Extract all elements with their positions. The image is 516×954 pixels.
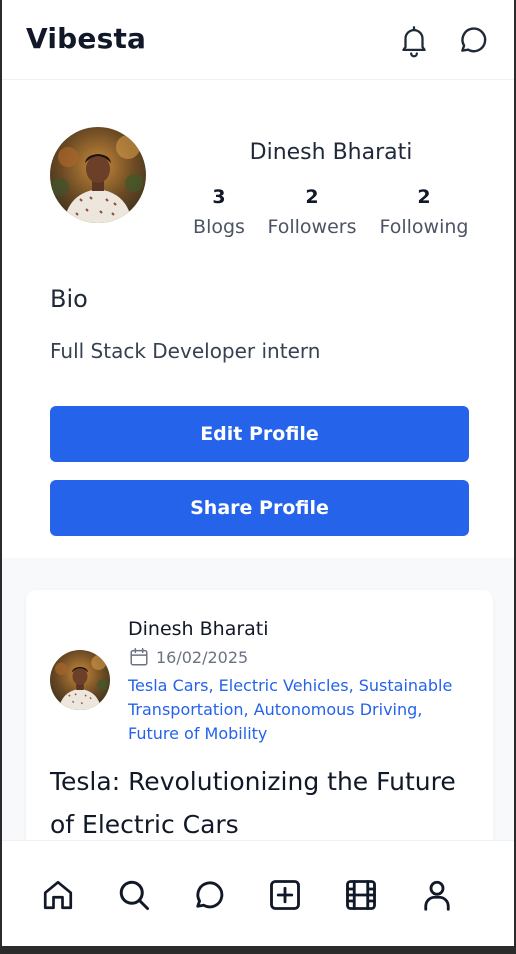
profile-avatar[interactable]: [50, 127, 146, 223]
add-square-icon[interactable]: [267, 877, 303, 913]
brand-logo[interactable]: Vibesta: [26, 22, 146, 55]
profile-name: Dinesh Bharati: [249, 140, 413, 165]
post-author-avatar[interactable]: [50, 650, 110, 710]
film-icon[interactable]: [343, 877, 379, 913]
window-bottom-edge: [0, 946, 516, 954]
post-title[interactable]: Tesla: Revolutionizing the Future of Ele…: [50, 760, 470, 846]
calendar-icon: [130, 648, 148, 666]
stat-label: Followers: [267, 216, 357, 238]
stat-value: 2: [417, 186, 431, 208]
bottom-nav: [0, 840, 516, 946]
edit-profile-button[interactable]: Edit Profile: [50, 406, 469, 462]
bio-heading: Bio: [50, 285, 88, 313]
share-profile-button[interactable]: Share Profile: [50, 480, 469, 536]
stat-value: 3: [212, 186, 226, 208]
bio-text: Full Stack Developer intern: [50, 339, 321, 363]
post-tags[interactable]: Tesla Cars, Electric Vehicles, Sustainab…: [128, 674, 468, 746]
stat-following[interactable]: 2 Following: [376, 186, 472, 242]
stat-followers[interactable]: 2 Followers: [264, 186, 360, 242]
profile-panel: Dinesh Bharati 3 Blogs 2 Followers 2 Fol…: [0, 80, 516, 558]
post-author-name[interactable]: Dinesh Bharati: [128, 618, 269, 640]
app-frame: Vibesta Dinesh Bharati 3 Blogs 2 Followe…: [0, 0, 516, 954]
bell-icon[interactable]: [397, 22, 431, 58]
window-left-edge: [0, 0, 2, 954]
stat-label: Blogs: [193, 216, 245, 238]
stat-blogs[interactable]: 3 Blogs: [190, 186, 248, 242]
post-date-row: 16/02/2025: [128, 645, 248, 669]
top-bar: Vibesta: [0, 0, 516, 80]
chat-bubble-icon[interactable]: [456, 22, 490, 58]
search-icon[interactable]: [116, 877, 152, 913]
home-icon[interactable]: [40, 877, 76, 913]
post-date: 16/02/2025: [156, 647, 249, 667]
stat-value: 2: [305, 186, 319, 208]
user-icon[interactable]: [419, 877, 455, 913]
chat-bubble-icon[interactable]: [191, 877, 227, 913]
stat-label: Following: [379, 216, 469, 238]
